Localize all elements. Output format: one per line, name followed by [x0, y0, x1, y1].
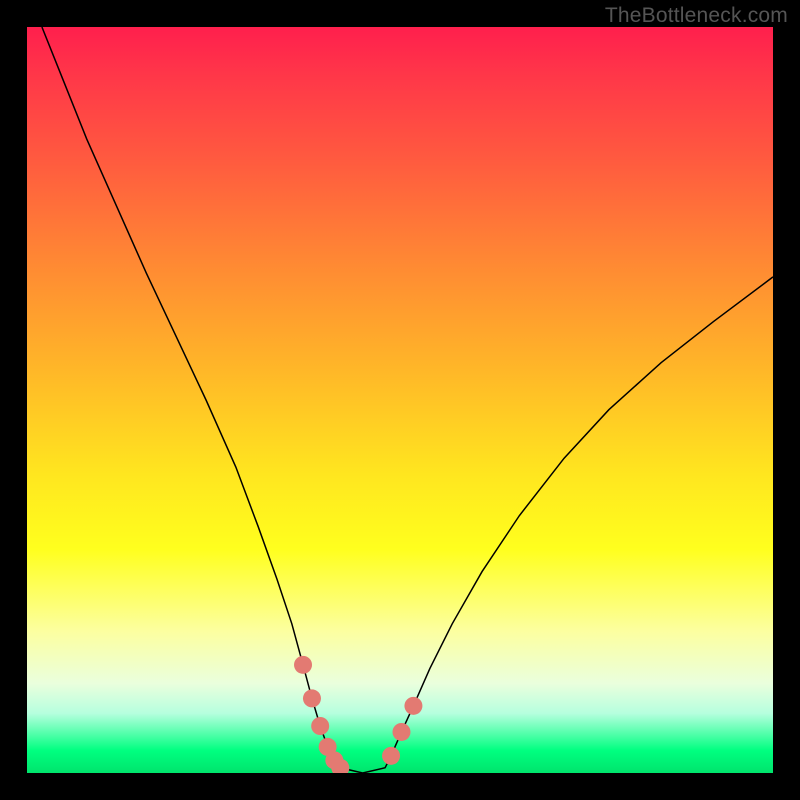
watermark-text: TheBottleneck.com [605, 4, 788, 28]
highlight-dot [303, 689, 321, 707]
highlight-dots-left [294, 656, 349, 773]
highlight-dot [294, 656, 312, 674]
highlight-dot [392, 723, 410, 741]
bottleneck-curve [42, 27, 773, 773]
highlight-dots-right [382, 697, 422, 765]
plot-area [27, 27, 773, 773]
chart-svg [27, 27, 773, 773]
highlight-dot [311, 717, 329, 735]
highlight-dot [382, 747, 400, 765]
highlight-dot [404, 697, 422, 715]
chart-frame: TheBottleneck.com [0, 0, 800, 800]
